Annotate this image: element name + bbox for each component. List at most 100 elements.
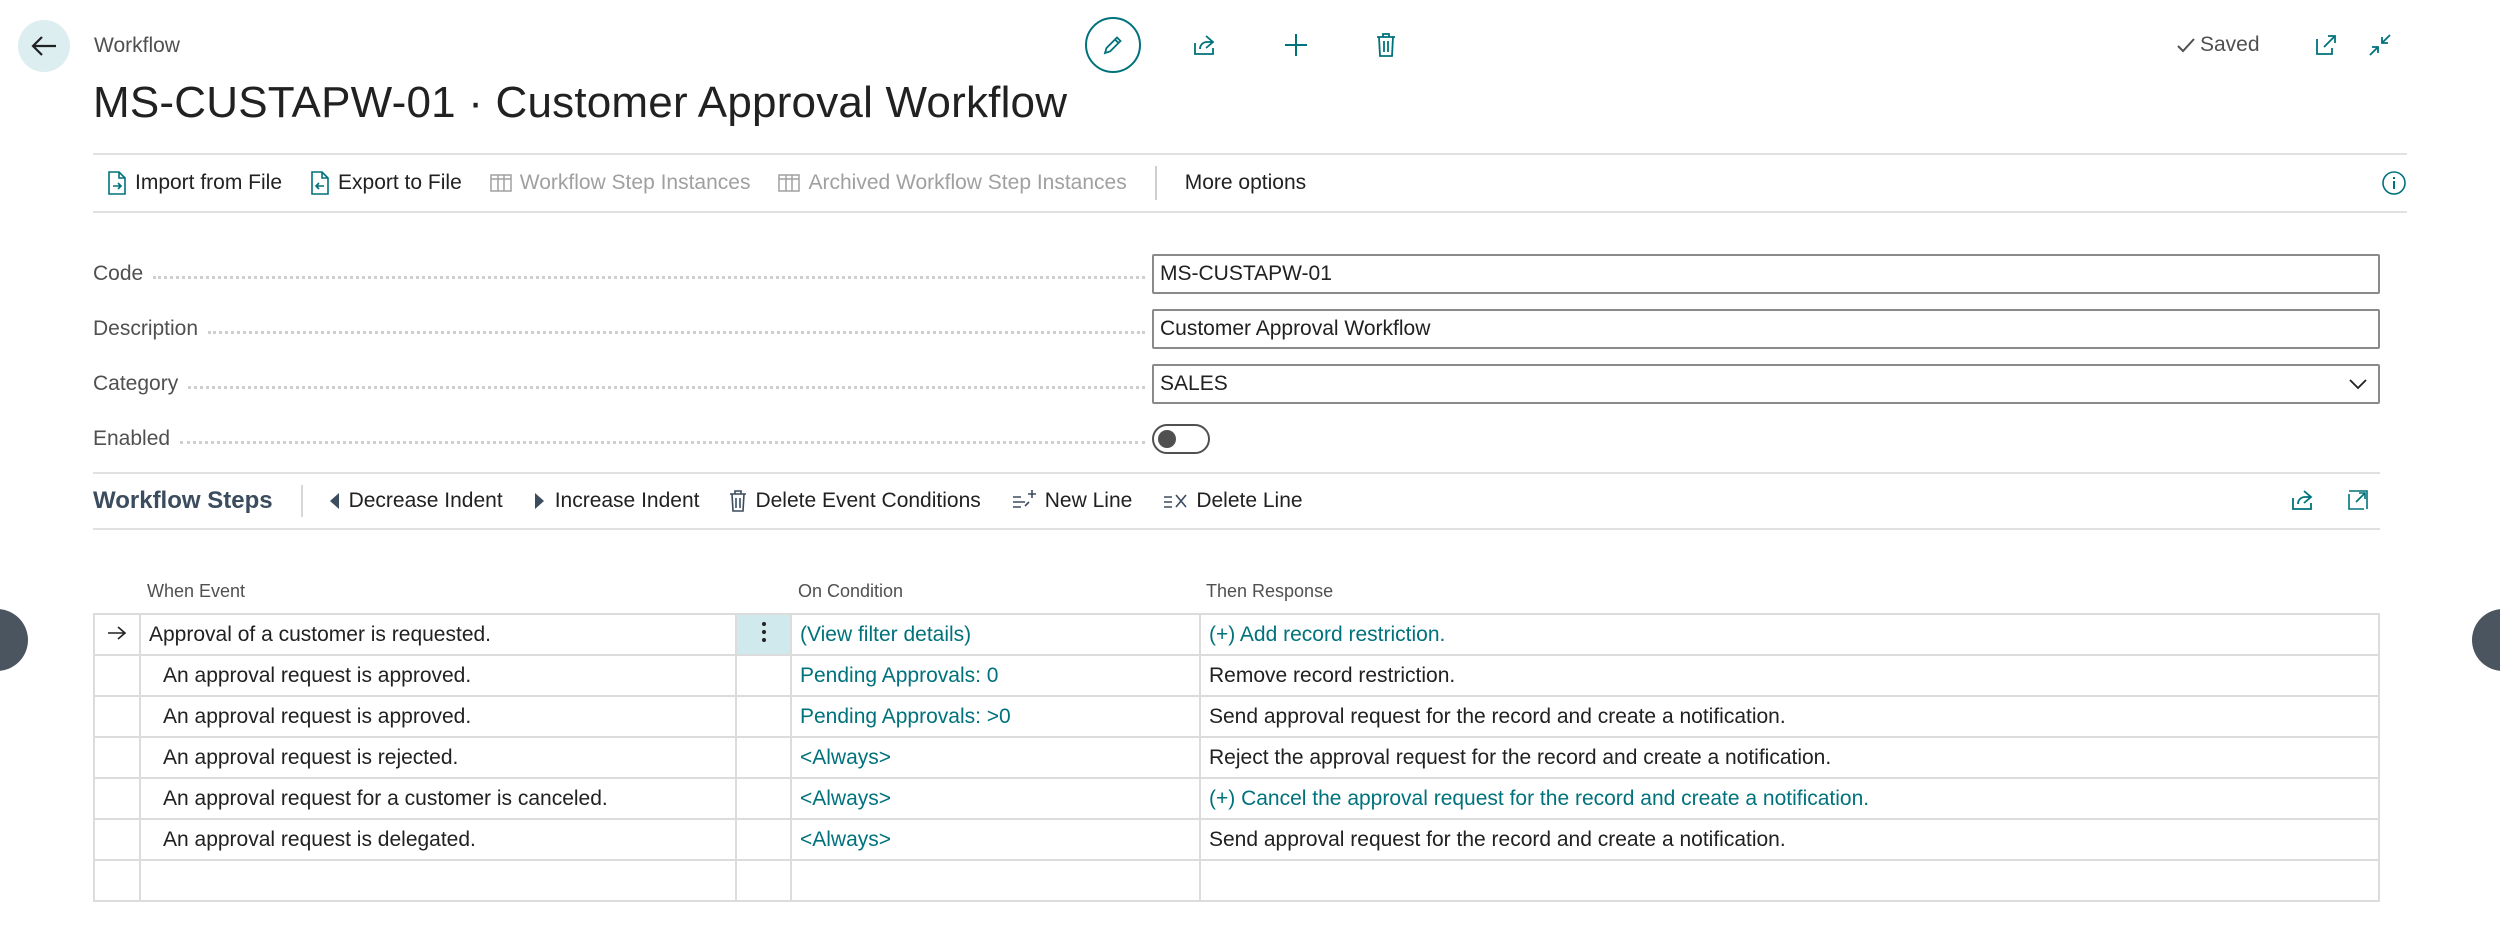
condition-cell[interactable]: (View filter details) <box>790 613 1201 656</box>
increase-indent-label: Increase Indent <box>554 489 700 512</box>
event-cell[interactable]: An approval request is rejected. <box>139 736 737 779</box>
more-vertical-icon <box>761 621 766 642</box>
code-label: Code <box>93 262 144 285</box>
collapse-icon <box>2369 34 2391 56</box>
open-new-window-icon <box>2316 35 2336 55</box>
event-cell[interactable] <box>139 859 737 902</box>
new-line-button[interactable]: New Line <box>1011 489 1132 513</box>
info-icon <box>2382 171 2406 195</box>
response-cell[interactable]: (+) Cancel the approval request for the … <box>1199 777 2380 820</box>
back-button[interactable] <box>18 20 70 72</box>
new-line-icon <box>1012 490 1036 508</box>
dotted-leader <box>180 440 1145 444</box>
arrow-left-icon <box>31 36 56 56</box>
category-select[interactable]: SALES <box>1152 364 2380 404</box>
row-indicator <box>93 654 141 697</box>
import-label: Import from File <box>135 171 283 194</box>
table-row[interactable]: An approval request is approved. Pending… <box>93 695 2380 738</box>
file-import-icon <box>108 171 126 195</box>
event-cell[interactable]: An approval request is approved. <box>139 654 737 697</box>
response-cell[interactable]: Remove record restriction. <box>1199 654 2380 697</box>
table-row[interactable] <box>93 859 2380 902</box>
caret-right-icon <box>534 493 544 509</box>
col-on-condition[interactable]: On Condition <box>798 581 903 602</box>
right-edge-button[interactable] <box>2472 609 2500 671</box>
edit-button[interactable] <box>1085 17 1141 73</box>
archived-step-instances-button[interactable]: Archived Workflow Step Instances <box>764 155 1140 211</box>
export-to-file-button[interactable]: Export to File <box>296 155 476 211</box>
expand-icon[interactable] <box>2346 488 2370 512</box>
decrease-indent-label: Decrease Indent <box>348 489 503 512</box>
condition-cell[interactable]: Pending Approvals: 0 <box>790 654 1201 697</box>
export-label: Export to File <box>338 171 462 194</box>
collapse-button[interactable] <box>2365 30 2395 60</box>
table-icon <box>778 174 801 192</box>
response-cell[interactable]: Reject the approval request for the reco… <box>1199 736 2380 779</box>
event-cell[interactable]: Approval of a customer is requested. <box>139 613 737 656</box>
row-menu-cell <box>735 818 792 861</box>
delete-conditions-label: Delete Event Conditions <box>755 489 981 512</box>
workflow-steps-grid: When Event On Condition Then Response Ap… <box>93 575 2380 902</box>
table-row[interactable]: An approval request is approved. Pending… <box>93 654 2380 697</box>
plus-icon <box>1285 34 1307 56</box>
share-icon <box>1194 35 1215 55</box>
more-options-button[interactable]: More options <box>1171 155 1320 211</box>
caret-left-icon <box>329 493 339 509</box>
table-row[interactable]: Approval of a customer is requested. (Vi… <box>93 613 2380 656</box>
left-edge-button[interactable] <box>0 609 28 671</box>
delete-event-conditions-button[interactable]: Delete Event Conditions <box>729 489 981 513</box>
row-indicator <box>93 777 141 820</box>
new-button[interactable] <box>1281 30 1311 60</box>
row-indicator <box>93 695 141 738</box>
increase-indent-button[interactable]: Increase Indent <box>533 489 700 513</box>
description-field[interactable]: Customer Approval Workflow <box>1152 309 2380 349</box>
share-icon[interactable] <box>2290 488 2316 512</box>
event-cell[interactable]: An approval request for a customer is ca… <box>139 777 737 820</box>
condition-cell[interactable]: <Always> <box>790 777 1201 820</box>
response-cell[interactable]: (+) Add record restriction. <box>1199 613 2380 656</box>
category-value: SALES <box>1160 372 1228 395</box>
condition-cell[interactable]: <Always> <box>790 818 1201 861</box>
response-cell[interactable]: Send approval request for the record and… <box>1199 818 2380 861</box>
grid-header: When Event On Condition Then Response <box>93 575 2380 613</box>
table-row[interactable]: An approval request is delegated. <Alway… <box>93 818 2380 861</box>
workflow-step-instances-button[interactable]: Workflow Step Instances <box>476 155 765 211</box>
description-row: Description Customer Approval Workflow <box>93 308 2380 350</box>
delete-button[interactable] <box>1371 30 1401 60</box>
condition-cell[interactable]: Pending Approvals: >0 <box>790 695 1201 738</box>
action-bar: Import from File Export to File Workflow… <box>93 153 2407 213</box>
response-cell[interactable] <box>1199 859 2380 902</box>
enabled-label: Enabled <box>93 427 171 450</box>
event-cell[interactable]: An approval request is approved. <box>139 695 737 738</box>
condition-cell[interactable] <box>790 859 1201 902</box>
info-button[interactable] <box>2381 170 2407 201</box>
category-label: Category <box>93 372 179 395</box>
col-when-event[interactable]: When Event <box>147 581 245 602</box>
code-field[interactable]: MS-CUSTAPW-01 <box>1152 254 2380 294</box>
dotted-leader <box>188 385 1145 389</box>
enabled-toggle[interactable] <box>1152 424 1210 454</box>
row-menu-button[interactable] <box>735 613 792 656</box>
response-cell[interactable]: Send approval request for the record and… <box>1199 695 2380 738</box>
decrease-indent-button[interactable]: Decrease Indent <box>327 489 503 513</box>
condition-cell[interactable]: <Always> <box>790 736 1201 779</box>
dotted-leader <box>153 275 1145 279</box>
delete-line-button[interactable]: Delete Line <box>1162 489 1303 513</box>
open-new-window-button[interactable] <box>2311 30 2341 60</box>
dotted-leader <box>208 330 1145 334</box>
row-menu-cell <box>735 695 792 738</box>
table-row[interactable]: An approval request for a customer is ca… <box>93 777 2380 820</box>
workflow-steps-title: Workflow Steps <box>93 485 303 517</box>
toggle-knob <box>1158 430 1176 448</box>
page-title: MS-CUSTAPW-01 · Customer Approval Workfl… <box>93 78 1068 127</box>
saved-label: Saved <box>2200 33 2260 56</box>
import-from-file-button[interactable]: Import from File <box>93 155 296 211</box>
enabled-row: Enabled <box>93 418 2380 460</box>
share-button[interactable] <box>1190 30 1220 60</box>
breadcrumb: Workflow <box>94 34 180 57</box>
event-cell[interactable]: An approval request is delegated. <box>139 818 737 861</box>
table-icon <box>490 174 512 192</box>
col-then-response[interactable]: Then Response <box>1206 581 1333 602</box>
separator <box>1154 166 1157 200</box>
table-row[interactable]: An approval request is rejected. <Always… <box>93 736 2380 779</box>
